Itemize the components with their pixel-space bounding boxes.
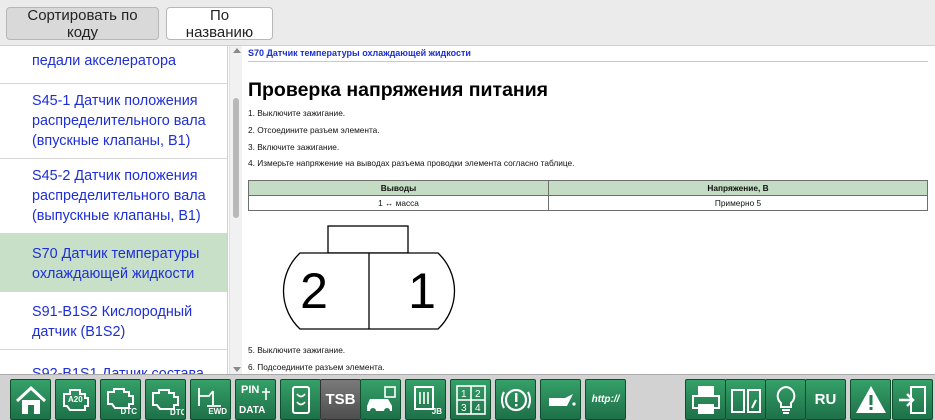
table-cell-pins: 1 ↔ масса bbox=[248, 195, 549, 211]
scroll-up-arrow-icon[interactable] bbox=[233, 48, 241, 53]
sensor-button[interactable] bbox=[280, 379, 321, 420]
table-cell-voltage: Примерно 5 bbox=[548, 195, 928, 211]
list-item-s70[interactable]: S70 Датчик температуры охлаждающей жидко… bbox=[0, 234, 227, 292]
dtc-button[interactable]: DTC bbox=[100, 379, 141, 420]
hint-button[interactable] bbox=[765, 379, 806, 420]
scroll-thumb[interactable] bbox=[233, 98, 239, 218]
svg-text:1: 1 bbox=[461, 389, 467, 400]
svg-text:3: 3 bbox=[461, 403, 467, 414]
jb-label: JB bbox=[431, 407, 442, 416]
table-row: 1 ↔ масса Примерно 5 bbox=[248, 195, 928, 211]
connector-diagram: 2 1 bbox=[282, 225, 456, 330]
pin-number: 1 bbox=[408, 263, 436, 319]
oil-can-icon bbox=[548, 393, 576, 406]
list-item-accelerator-pedal[interactable]: педали акселератора bbox=[0, 46, 227, 84]
tsb-label: TSB bbox=[325, 391, 356, 408]
warning-lamp-button[interactable] bbox=[495, 379, 536, 420]
steps-icon: 1 2 3 4 bbox=[455, 384, 486, 415]
dtc-alt-button[interactable]: DTC bbox=[145, 379, 186, 420]
lightbulb-icon bbox=[776, 385, 795, 414]
document-view: S70 Датчик температуры охлаждающей жидко… bbox=[242, 46, 935, 374]
alert-icon bbox=[855, 385, 886, 413]
list-item-s45-2[interactable]: S45-2 Датчик положения распределительног… bbox=[0, 159, 227, 234]
voltage-table: Выводы Напряжение, В 1 ↔ масса Примерно … bbox=[248, 180, 928, 211]
data-label: DATA bbox=[239, 405, 266, 416]
app-root: Сортировать по коду По названию педали а… bbox=[0, 0, 935, 420]
list-item-label: S45-1 Датчик положения распределительног… bbox=[32, 93, 206, 149]
print-icon bbox=[691, 385, 720, 414]
exit-button[interactable] bbox=[892, 379, 933, 420]
junction-box-button[interactable]: JB bbox=[405, 379, 446, 420]
list-item-s45-1[interactable]: S45-1 Датчик положения распределительног… bbox=[0, 84, 227, 159]
step-text: 4. Измерьте напряжение на выводах разъем… bbox=[248, 158, 575, 168]
web-label: http:// bbox=[591, 394, 620, 405]
table-header-row: Выводы Напряжение, В bbox=[248, 180, 928, 196]
table-header-pins: Выводы bbox=[248, 180, 549, 196]
step-text: 6. Подсоедините разъем элемента. bbox=[248, 362, 385, 372]
svg-text:DTC: DTC bbox=[170, 408, 184, 417]
list-item-label: S70 Датчик температуры охлаждающей жидко… bbox=[32, 246, 200, 282]
step-text: 3. Включите зажигание. bbox=[248, 142, 340, 152]
pin-data-button[interactable]: PIN DATA bbox=[235, 379, 276, 420]
warning-lamp-icon bbox=[500, 388, 531, 411]
connector-latch bbox=[327, 225, 409, 254]
table-header-voltage: Напряжение, В bbox=[548, 180, 928, 196]
document-header: S70 Датчик температуры охлаждающей жидко… bbox=[248, 48, 471, 58]
exit-icon bbox=[898, 385, 926, 414]
car-location-button[interactable] bbox=[360, 379, 401, 420]
list-item-label: S91-B1S2 Кислородный датчик (B1S2) bbox=[32, 304, 193, 340]
list-scrollbar[interactable] bbox=[229, 46, 242, 374]
manual-icon bbox=[730, 388, 761, 413]
engine-code-label: A20 bbox=[68, 395, 83, 404]
svg-text:2: 2 bbox=[475, 389, 481, 400]
list-item-s92-b1s1[interactable]: S92-B1S1 Датчик состава bbox=[0, 350, 227, 374]
print-button[interactable] bbox=[685, 379, 726, 420]
steps-button[interactable]: 1 2 3 4 bbox=[450, 379, 491, 420]
step-text: 1. Выключите зажигание. bbox=[248, 108, 346, 118]
pin-number: 2 bbox=[300, 263, 328, 319]
ewd-button[interactable]: EWD bbox=[190, 379, 231, 420]
ewd-label: EWD bbox=[208, 407, 227, 416]
list-item-s91-b1s2[interactable]: S91-B1S2 Кислородный датчик (B1S2) bbox=[0, 292, 227, 350]
home-button[interactable] bbox=[10, 379, 51, 420]
pin-label: PIN bbox=[241, 384, 260, 396]
manual-button[interactable] bbox=[725, 379, 766, 420]
list-item-label: S45-2 Датчик положения распределительног… bbox=[32, 168, 206, 224]
language-label: RU bbox=[814, 391, 837, 408]
sort-by-name-button[interactable]: По названию bbox=[166, 7, 273, 41]
engine-check-icon: DTC bbox=[151, 388, 184, 417]
scroll-down-arrow-icon[interactable] bbox=[233, 367, 241, 372]
header-divider bbox=[248, 61, 928, 62]
step-text: 2. Отсоедините разъем элемента. bbox=[248, 125, 380, 135]
alert-button[interactable] bbox=[850, 379, 891, 420]
car-location-icon bbox=[366, 385, 396, 414]
list-item-label: педали акселератора bbox=[32, 53, 177, 69]
sensor-icon bbox=[291, 385, 310, 414]
list-item-label: S92-B1S1 Датчик состава bbox=[32, 366, 204, 374]
component-list: педали акселератора S45-1 Датчик положен… bbox=[0, 46, 228, 374]
page-title: Проверка напряжения питания bbox=[248, 79, 549, 101]
bottom-toolbar: A20 DTC DTC EWD PIN DATA bbox=[0, 374, 935, 420]
dtc-label: DTC bbox=[120, 407, 137, 416]
oil-button[interactable] bbox=[540, 379, 581, 420]
sort-by-code-button[interactable]: Сортировать по коду bbox=[6, 7, 159, 41]
engine-code-button[interactable]: A20 bbox=[55, 379, 96, 420]
step-text: 5. Выключите зажигание. bbox=[248, 345, 346, 355]
web-button[interactable]: http:// bbox=[585, 379, 626, 420]
home-icon bbox=[15, 385, 46, 414]
language-button[interactable]: RU bbox=[805, 379, 846, 420]
svg-text:4: 4 bbox=[475, 403, 481, 414]
tsb-button[interactable]: TSB bbox=[320, 379, 361, 420]
sort-bar: Сортировать по коду По названию bbox=[0, 0, 935, 46]
